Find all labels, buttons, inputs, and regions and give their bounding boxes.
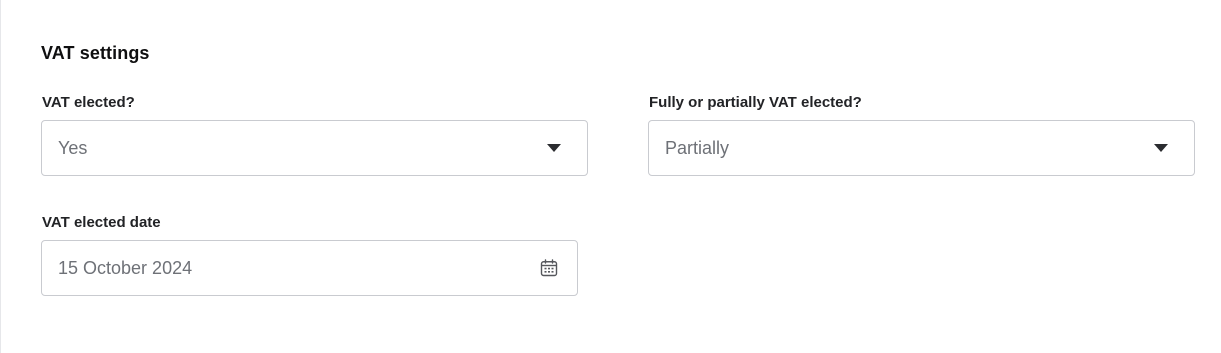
vat-elected-type-select[interactable]: Partially	[648, 120, 1195, 176]
vat-elected-value: Yes	[58, 137, 88, 158]
chevron-down-icon	[1154, 144, 1168, 152]
chevron-down-icon	[547, 144, 561, 152]
vat-elected-date-value: 15 October 2024	[58, 257, 193, 278]
vat-elected-type-label: Fully or partially VAT elected?	[649, 94, 862, 111]
section-title: VAT settings	[41, 43, 150, 63]
vat-elected-date-label: VAT elected date	[42, 214, 161, 231]
vat-elected-date-input[interactable]: 15 October 2024	[41, 240, 578, 296]
vat-settings-panel: VAT settings VAT elected? Yes Fully or p…	[0, 0, 1221, 353]
vat-elected-select[interactable]: Yes	[41, 120, 588, 176]
calendar-icon[interactable]	[540, 259, 558, 277]
vat-elected-type-value: Partially	[665, 137, 730, 158]
vat-elected-label: VAT elected?	[42, 94, 135, 111]
